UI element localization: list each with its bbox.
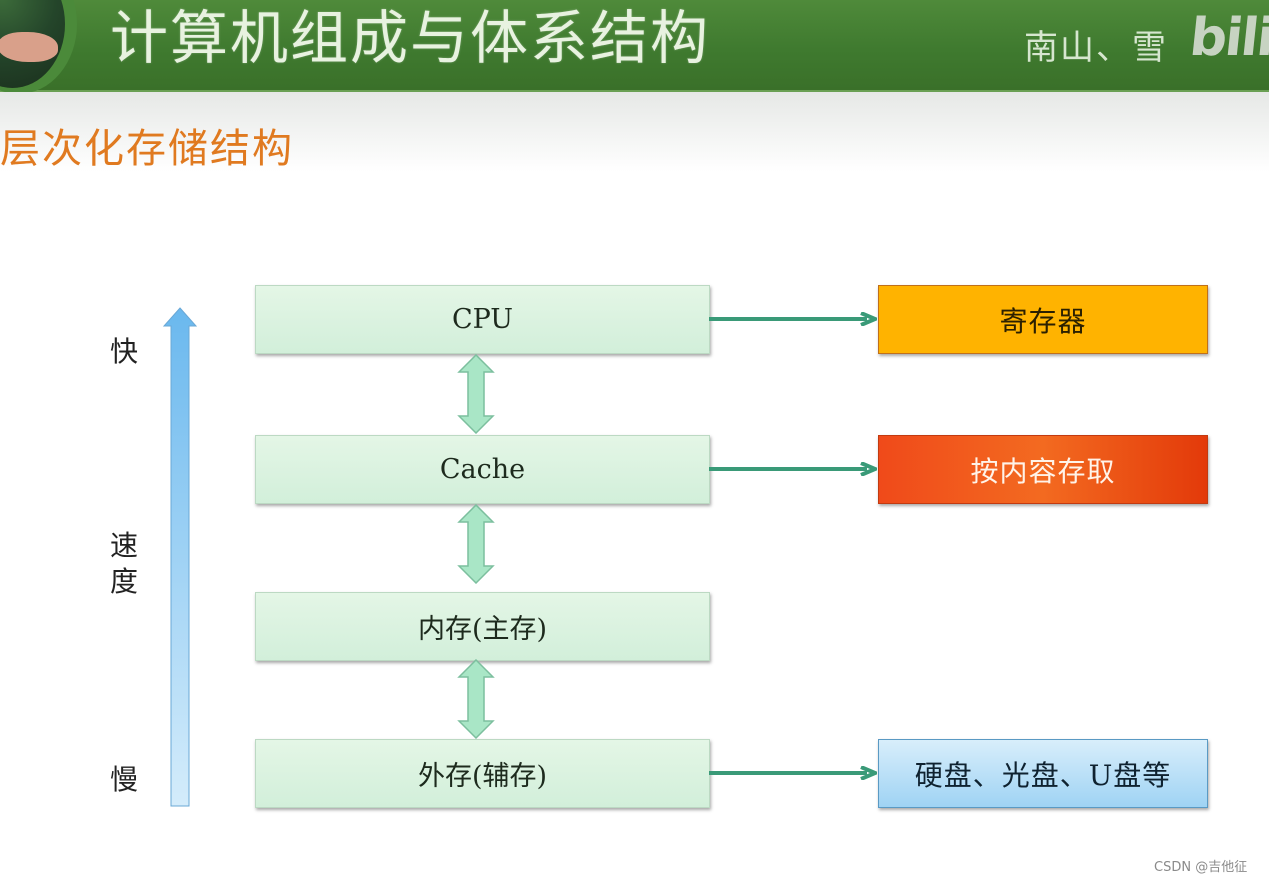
bidirectional-arrow-icon [457,354,495,434]
header-banner: 计算机组成与体系结构 南山、雪 bili [0,0,1269,92]
watermark: CSDN @吉他征 [1154,860,1248,875]
speed-axis-label-2: 度 [110,565,139,598]
level-label: Cache [439,454,526,485]
side-label: 按内容存取 [970,454,1116,488]
speed-slow-label: 慢 [110,763,139,796]
level-label: 外存(辅存) [417,761,548,792]
bidirectional-arrow-icon [457,504,495,584]
bilibili-logo-icon: bili [1186,8,1269,68]
author-name: 南山、雪 [1024,28,1168,68]
side-box-storage-devices: 硬盘、光盘、U盘等 [878,739,1208,808]
bidirectional-arrow-icon [457,659,495,739]
course-title: 计算机组成与体系结构 [110,4,711,72]
side-label: 硬盘、光盘、U盘等 [914,758,1172,792]
speed-fast-label: 快 [110,335,139,368]
level-box-main-memory: 内存(主存) [255,592,710,661]
level-box-cache: Cache [255,435,710,504]
level-box-external-storage: 外存(辅存) [255,739,710,808]
speed-up-arrow-icon [162,307,198,807]
side-box-content-addressable: 按内容存取 [878,435,1208,504]
side-label: 寄存器 [999,304,1087,338]
right-arrow-icon [709,312,877,326]
avatar [0,0,65,88]
speed-axis-label-1: 速 [110,529,139,562]
right-arrow-icon [709,462,877,476]
side-box-register: 寄存器 [878,285,1208,354]
level-box-cpu: CPU [255,285,710,354]
section-title: 层次化存储结构 [0,126,294,172]
level-label: 内存(主存) [417,614,548,645]
level-label: CPU [451,304,514,335]
right-arrow-icon [709,766,877,780]
